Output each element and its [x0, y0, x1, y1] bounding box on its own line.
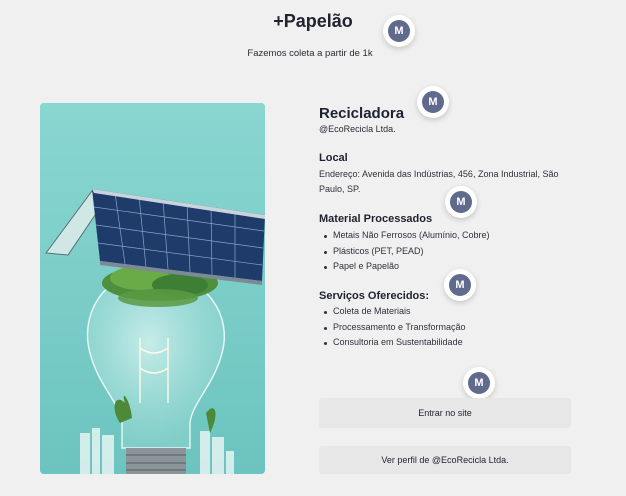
- avatar-initial: M: [468, 372, 490, 394]
- user-avatar[interactable]: M: [383, 15, 415, 47]
- list-item: Coleta de Materiais: [322, 304, 466, 320]
- solar-panel-lightbulb-illustration: [40, 103, 265, 474]
- user-avatar[interactable]: M: [417, 86, 449, 118]
- avatar-initial: M: [449, 274, 471, 296]
- list-item: Plásticos (PET, PEAD): [322, 244, 490, 260]
- page-title: +Papelão: [273, 11, 353, 31]
- user-avatar[interactable]: M: [463, 367, 495, 399]
- list-item: Processamento e Transformação: [322, 320, 466, 336]
- materials-list: Metais Não Ferrosos (Alumínio, Cobre) Pl…: [322, 228, 490, 275]
- page-subtitle: Fazemos coleta a partir de 1k: [247, 48, 373, 59]
- list-item: Papel e Papelão: [322, 259, 490, 275]
- services-list: Coleta de Materiais Processamento e Tran…: [322, 304, 466, 351]
- view-profile-button[interactable]: Ver perfil de @EcoRecicla Ltda.: [319, 446, 571, 474]
- profile-handle: @EcoRecicla Ltda.: [319, 124, 396, 134]
- list-item: Consultoria em Sustentabilidade: [322, 335, 466, 351]
- profile-name: Recicladora: [319, 105, 405, 122]
- hero-image: [40, 103, 265, 474]
- materials-title: Material Processados: [319, 213, 433, 225]
- avatar-initial: M: [388, 20, 410, 42]
- avatar-initial: M: [422, 91, 444, 113]
- list-item: Metais Não Ferrosos (Alumínio, Cobre): [322, 228, 490, 244]
- local-title: Local: [319, 152, 348, 164]
- services-title: Serviços Oferecidos:: [319, 290, 430, 302]
- enter-site-button[interactable]: Entrar no site: [319, 398, 571, 428]
- local-address: Endereço: Avenida das Indústrias, 456, Z…: [319, 169, 559, 194]
